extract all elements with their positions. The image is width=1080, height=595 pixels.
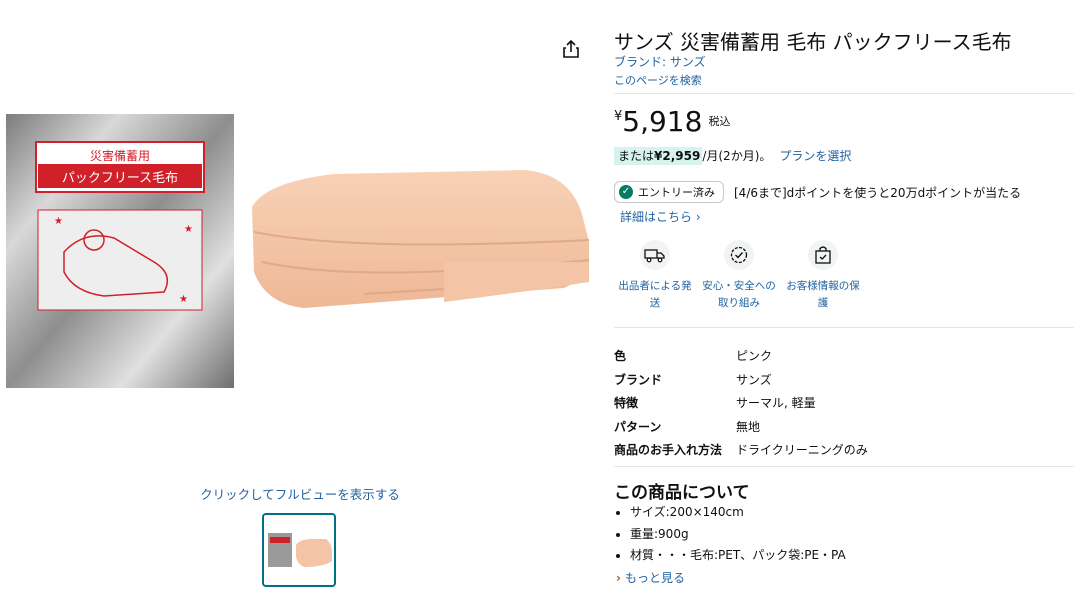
see-more-label: もっと見る <box>624 571 685 585</box>
attribute-value: サンズ <box>736 372 772 387</box>
image-gallery: 災害備蓄用 パックフリース毛布 ★ ★ ★ クリックしてフルビューを表示する <box>0 0 600 595</box>
svg-text:★: ★ <box>54 216 63 227</box>
product-title: サンズ 災害備蓄用 毛布 パックフリース毛布 <box>614 30 1012 54</box>
feature-label: お客様情報の保護 <box>786 280 860 309</box>
brand-link[interactable]: ブランド: サンズ <box>614 53 706 70</box>
chevron-right-icon: › <box>695 210 701 224</box>
divider <box>614 93 1074 94</box>
main-product-image[interactable]: 災害備蓄用 パックフリース毛布 ★ ★ ★ <box>4 112 594 392</box>
secure-bag-icon <box>808 240 838 270</box>
share-icon[interactable] <box>560 38 582 60</box>
feature-privacy[interactable]: お客様情報の保護 <box>782 240 864 312</box>
details-link-label: 詳細はこちら <box>620 210 693 224</box>
feature-label: 安心・安全への取り組み <box>702 280 776 309</box>
attribute-row: 商品のお手入れ方法 ドライクリーニングのみ <box>614 438 868 462</box>
attribute-key: 特徴 <box>614 396 639 411</box>
attribute-key: 商品のお手入れ方法 <box>614 443 723 458</box>
attribute-value: 無地 <box>736 419 761 434</box>
feature-label: 出品者による発送 <box>618 280 692 309</box>
attribute-row: パターン 無地 <box>614 415 868 439</box>
installment-prefix: または <box>618 149 655 163</box>
attribute-row: 色 ピンク <box>614 344 868 368</box>
attribute-row: ブランド サンズ <box>614 368 868 392</box>
about-bullets: サイズ:200×140cm 重量:900g 材質・・・毛布:PET、パック袋:P… <box>614 502 846 567</box>
promo-row: ✓ エントリー済み [4/6まで]dポイントを使うと20万dポイントが当たる <box>614 181 1021 203</box>
product-details: サンズ 災害備蓄用 毛布 パックフリース毛布 ブランド: サンズ このページを検… <box>614 0 1076 595</box>
package-title-line2: パックフリース毛布 <box>62 171 178 186</box>
select-plan-link[interactable]: プランを選択 <box>779 149 851 163</box>
check-icon: ✓ <box>619 185 633 199</box>
divider <box>614 327 1074 328</box>
installment-offer: または¥2,959/月(2か月)。 プランを選択 <box>614 147 851 165</box>
chevron-right-icon: › <box>616 571 621 585</box>
bullet-item: 重量:900g <box>630 524 846 546</box>
thumbnail-image[interactable] <box>262 513 336 587</box>
svg-text:★: ★ <box>179 294 188 305</box>
about-section-title: この商品について <box>614 483 750 503</box>
blanket-image <box>252 170 590 308</box>
price-tax-label: 税込 <box>708 115 731 128</box>
attribute-row: 特徴 サーマル, 軽量 <box>614 391 868 415</box>
bullet-item: 材質・・・毛布:PET、パック袋:PE・PA <box>630 545 846 567</box>
price: ¥5,918 税込 <box>614 105 730 138</box>
feature-seller-shipping[interactable]: 出品者による発送 <box>614 240 696 312</box>
attribute-key: ブランド <box>614 372 663 387</box>
installment-suffix: /月(2か月)。 <box>702 149 772 163</box>
price-amount: 5,918 <box>622 105 703 138</box>
svg-text:★: ★ <box>184 224 193 235</box>
entry-badge[interactable]: ✓ エントリー済み <box>614 181 724 203</box>
details-link[interactable]: 詳細はこちら › <box>620 208 701 225</box>
attribute-value: ピンク <box>736 349 773 364</box>
price-symbol: ¥ <box>614 109 623 124</box>
feature-safety[interactable]: 安心・安全への取り組み <box>698 240 780 312</box>
see-more-link[interactable]: › もっと見る <box>616 569 685 586</box>
package-title-line1: 災害備蓄用 <box>90 148 150 163</box>
safety-badge-icon <box>724 240 754 270</box>
divider <box>614 466 1074 467</box>
package-image: 災害備蓄用 パックフリース毛布 ★ ★ ★ <box>6 114 234 388</box>
bullet-item: サイズ:200×140cm <box>630 502 846 524</box>
search-page-link[interactable]: このページを検索 <box>614 72 702 88</box>
delivery-truck-icon <box>640 240 670 270</box>
fullview-link[interactable]: クリックしてフルビューを表示する <box>0 484 600 503</box>
promo-text: [4/6まで]dポイントを使うと20万dポイントが当たる <box>734 185 1022 200</box>
attribute-value: ドライクリーニングのみ <box>736 443 868 458</box>
attribute-table: 色 ピンク ブランド サンズ 特徴 サーマル, 軽量 パターン 無地 商品のお手入れ方法… <box>614 344 868 462</box>
installment-highlight: または¥2,959 <box>614 147 703 165</box>
attribute-key: パターン <box>614 419 662 434</box>
attribute-key: 色 <box>614 349 627 364</box>
installment-amount: ¥2,959 <box>654 149 701 163</box>
attribute-value: サーマル, 軽量 <box>736 396 816 411</box>
entry-badge-label: エントリー済み <box>638 186 715 199</box>
